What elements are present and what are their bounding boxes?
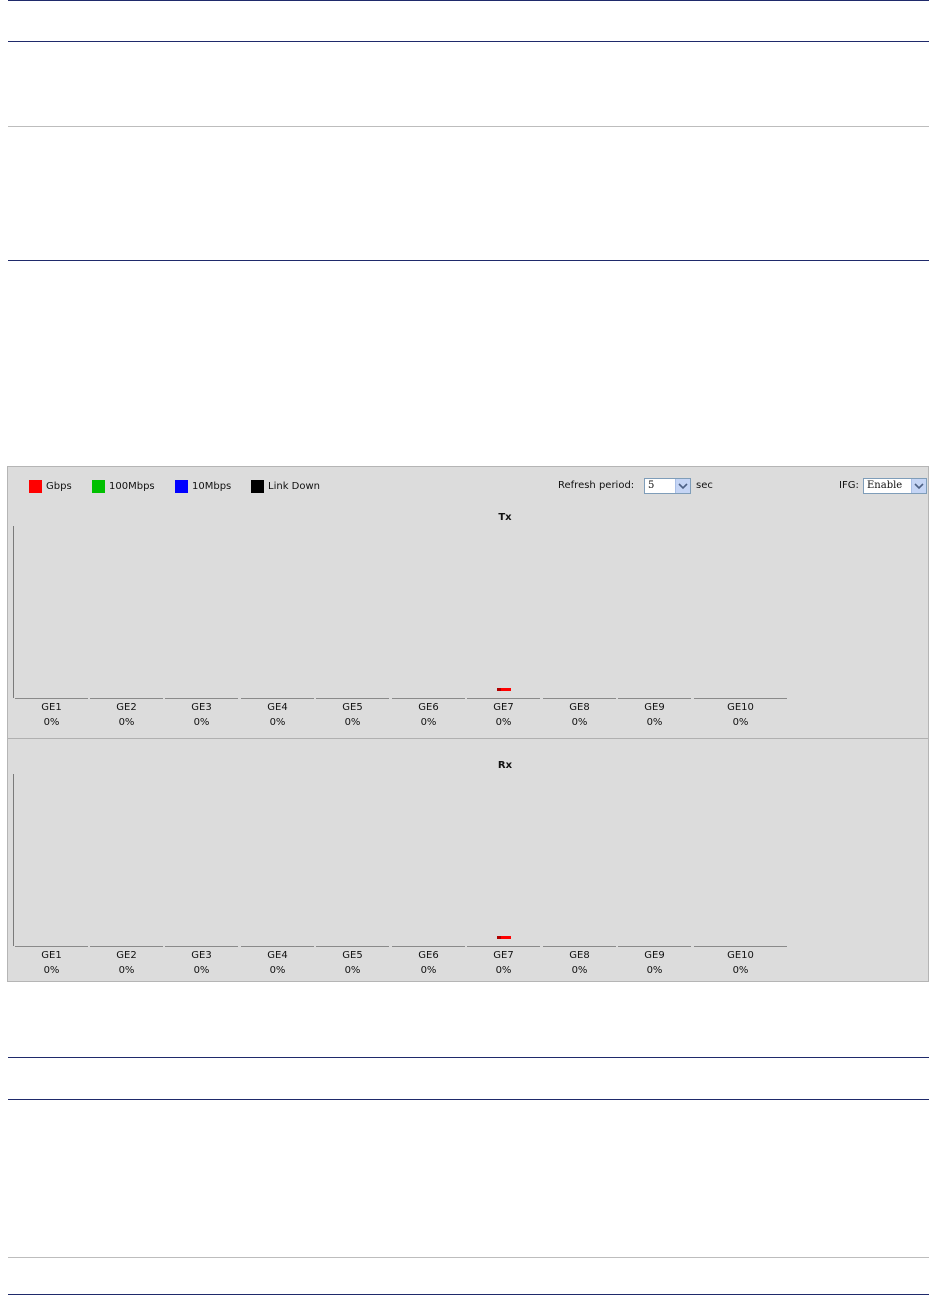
port-bar [496, 936, 511, 939]
port-percent: 0% [118, 717, 135, 728]
port-label: GE2 [116, 702, 137, 713]
port-baseline [392, 946, 465, 947]
port-percent: 0% [646, 965, 663, 976]
legend-swatch-10mbps [175, 480, 188, 493]
port-percent: 0% [646, 717, 663, 728]
y-axis [13, 526, 14, 698]
legend-label: 10Mbps [192, 481, 232, 492]
chart-divider [8, 738, 928, 739]
port-label: GE8 [569, 702, 590, 713]
section-rule [8, 1099, 929, 1100]
port-percent: 0% [118, 965, 135, 976]
section-rule [8, 260, 929, 261]
port-label: GE6 [418, 950, 439, 961]
port-baseline [15, 698, 88, 699]
port-percent: 0% [495, 965, 512, 976]
port-label: GE4 [267, 950, 288, 961]
port-label: GE5 [342, 702, 363, 713]
section-divider [8, 126, 929, 127]
port-label: GE7 [493, 702, 514, 713]
port-baseline [15, 946, 88, 947]
section-rule [8, 1057, 929, 1058]
chart-title: Rx [497, 760, 513, 771]
port-baseline [467, 698, 540, 699]
refresh-unit-label: sec [696, 480, 713, 491]
refresh-period-select[interactable]: 5 [644, 478, 691, 494]
port-percent: 0% [43, 717, 60, 728]
section-divider [8, 1257, 929, 1258]
port-percent: 0% [269, 717, 286, 728]
refresh-period-label: Refresh period: [558, 480, 635, 491]
port-baseline [241, 946, 314, 947]
tx-chart: Tx GE1 0% GE2 0% GE3 0% GE4 0% GE5 0% GE6 0% GE7 0% GE… [8, 510, 928, 735]
legend-label: 100Mbps [109, 481, 155, 492]
legend-label: Link Down [268, 481, 320, 492]
port-baseline [316, 946, 389, 947]
port-baseline [694, 698, 787, 699]
port-label: GE1 [41, 702, 62, 713]
legend-swatch-link-down [251, 480, 264, 493]
port-label: GE9 [644, 702, 665, 713]
port-baseline [618, 946, 691, 947]
port-label: GE3 [191, 702, 212, 713]
chevron-down-icon[interactable] [911, 479, 926, 493]
port-percent: 0% [420, 965, 437, 976]
port-label: GE5 [342, 950, 363, 961]
port-baseline [241, 698, 314, 699]
port-percent: 0% [193, 965, 210, 976]
port-utilization-panel: Gbps 100Mbps 10Mbps Link Down Refresh pe… [7, 466, 929, 982]
legend-swatch-100mbps [92, 480, 105, 493]
port-baseline [543, 946, 616, 947]
rx-chart: Rx GE1 0% GE2 0% GE3 0% GE4 0% GE5 0% GE6 0% GE7 0% GE… [8, 758, 928, 983]
port-percent: 0% [193, 717, 210, 728]
port-label: GE6 [418, 702, 439, 713]
header-rule-top [8, 0, 929, 1]
port-percent: 0% [732, 965, 749, 976]
port-label: GE4 [267, 702, 288, 713]
port-baseline [392, 698, 465, 699]
port-label: GE10 [727, 702, 754, 713]
refresh-period-value: 5 [648, 480, 655, 491]
port-baseline [618, 698, 691, 699]
ifg-select[interactable]: Enable [863, 478, 927, 494]
chevron-down-icon[interactable] [675, 479, 690, 493]
port-percent: 0% [269, 965, 286, 976]
port-label: GE9 [644, 950, 665, 961]
port-baseline [694, 946, 787, 947]
chart-title: Tx [498, 512, 512, 523]
port-baseline [165, 698, 238, 699]
port-percent: 0% [344, 965, 361, 976]
port-baseline [467, 946, 540, 947]
header-rule [8, 41, 929, 42]
port-percent: 0% [344, 717, 361, 728]
port-bar-shade [496, 936, 501, 939]
port-label: GE2 [116, 950, 137, 961]
port-label: GE1 [41, 950, 62, 961]
port-label: GE3 [191, 950, 212, 961]
port-label: GE10 [727, 950, 754, 961]
port-baseline [90, 698, 163, 699]
ifg-value: Enable [867, 480, 903, 491]
port-baseline [543, 698, 616, 699]
port-label: GE7 [493, 950, 514, 961]
footer-rule [8, 1294, 929, 1295]
port-baseline [90, 946, 163, 947]
port-percent: 0% [420, 717, 437, 728]
ifg-label: IFG: [839, 480, 859, 491]
legend-label: Gbps [46, 481, 72, 492]
port-percent: 0% [571, 965, 588, 976]
legend-swatch-gbps [29, 480, 42, 493]
port-bar-shade [496, 688, 501, 691]
port-percent: 0% [495, 717, 512, 728]
port-label: GE8 [569, 950, 590, 961]
port-bar [496, 688, 511, 691]
port-baseline [316, 698, 389, 699]
port-percent: 0% [732, 717, 749, 728]
port-percent: 0% [571, 717, 588, 728]
y-axis [13, 774, 14, 946]
port-baseline [165, 946, 238, 947]
port-percent: 0% [43, 965, 60, 976]
